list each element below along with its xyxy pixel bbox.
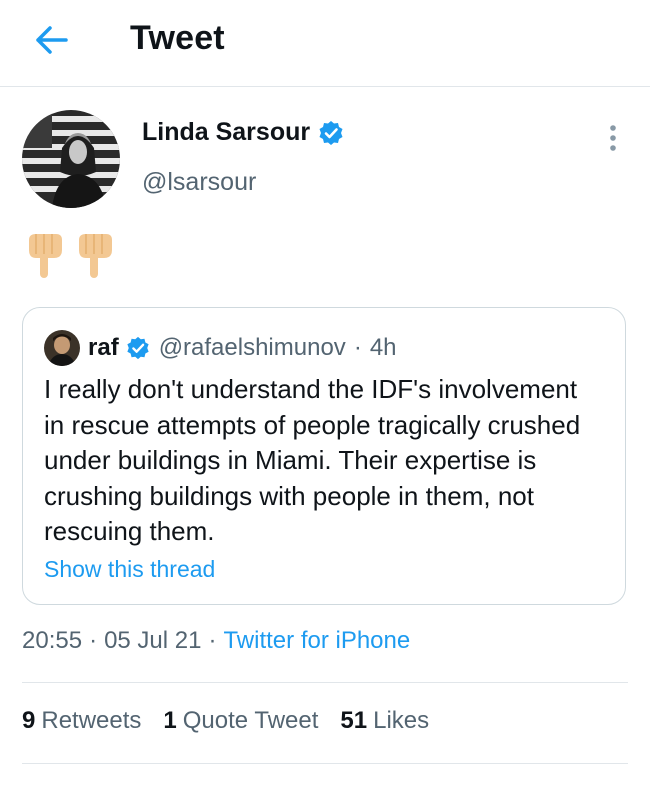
verified-badge-icon — [126, 336, 150, 360]
retweets-stat[interactable]: 9 Retweets — [22, 707, 141, 735]
retweets-label: Retweets — [41, 707, 142, 734]
retweets-count: 9 — [22, 707, 36, 734]
quote-tweets-count: 1 — [163, 707, 177, 734]
tweet-date: 05 Jul 21 — [104, 627, 202, 654]
likes-label: Likes — [373, 707, 430, 734]
verified-badge-icon — [318, 120, 344, 146]
likes-stat[interactable]: 51 Likes — [340, 707, 429, 735]
author-name-row[interactable]: Linda Sarsour — [142, 118, 344, 147]
divider — [22, 682, 628, 683]
pointing-down-emoji: 👇 — [26, 232, 64, 285]
divider — [22, 763, 628, 764]
likes-count: 51 — [340, 707, 368, 734]
tweet-source-link[interactable]: Twitter for iPhone — [223, 627, 410, 654]
quoted-tweet-card[interactable]: raf @rafaelshimunov · 4h I really don't … — [22, 307, 626, 605]
tweet-time: 20:55 — [22, 627, 83, 654]
quote-tweets-label: Quote Tweet — [182, 707, 319, 734]
separator-dot: · — [89, 627, 98, 654]
quoted-author-avatar — [44, 330, 80, 366]
quoted-tweet-text: I really don't understand the IDF's invo… — [44, 374, 581, 546]
separator-dot: · — [353, 334, 362, 361]
more-options-icon[interactable] — [604, 124, 622, 154]
tweet-body: 👇 👇 — [26, 232, 114, 285]
author-avatar[interactable] — [22, 110, 120, 208]
top-bar: Tweet — [0, 0, 650, 87]
author-display-name[interactable]: Linda Sarsour — [142, 118, 310, 147]
quoted-tweet-time: 4h — [369, 334, 397, 361]
show-thread-link[interactable]: Show this thread — [44, 556, 215, 583]
tweet-meta: 20:55 · 05 Jul 21 · Twitter for iPhone — [22, 627, 410, 655]
quote-tweets-stat[interactable]: 1 Quote Tweet — [163, 707, 318, 735]
quoted-tweet-header: raf @rafaelshimunov · 4h — [44, 330, 397, 366]
pointing-down-emoji: 👇 — [76, 232, 114, 285]
page-title: Tweet — [130, 19, 225, 57]
tweet-stats: 9 Retweets 1 Quote Tweet 51 Likes — [22, 707, 429, 735]
quoted-author-name: raf — [88, 334, 119, 361]
separator-dot: · — [208, 627, 217, 654]
quoted-author-handle: @rafaelshimunov — [158, 334, 346, 361]
author-handle[interactable]: @lsarsour — [142, 168, 256, 197]
back-arrow-icon[interactable] — [32, 22, 72, 58]
